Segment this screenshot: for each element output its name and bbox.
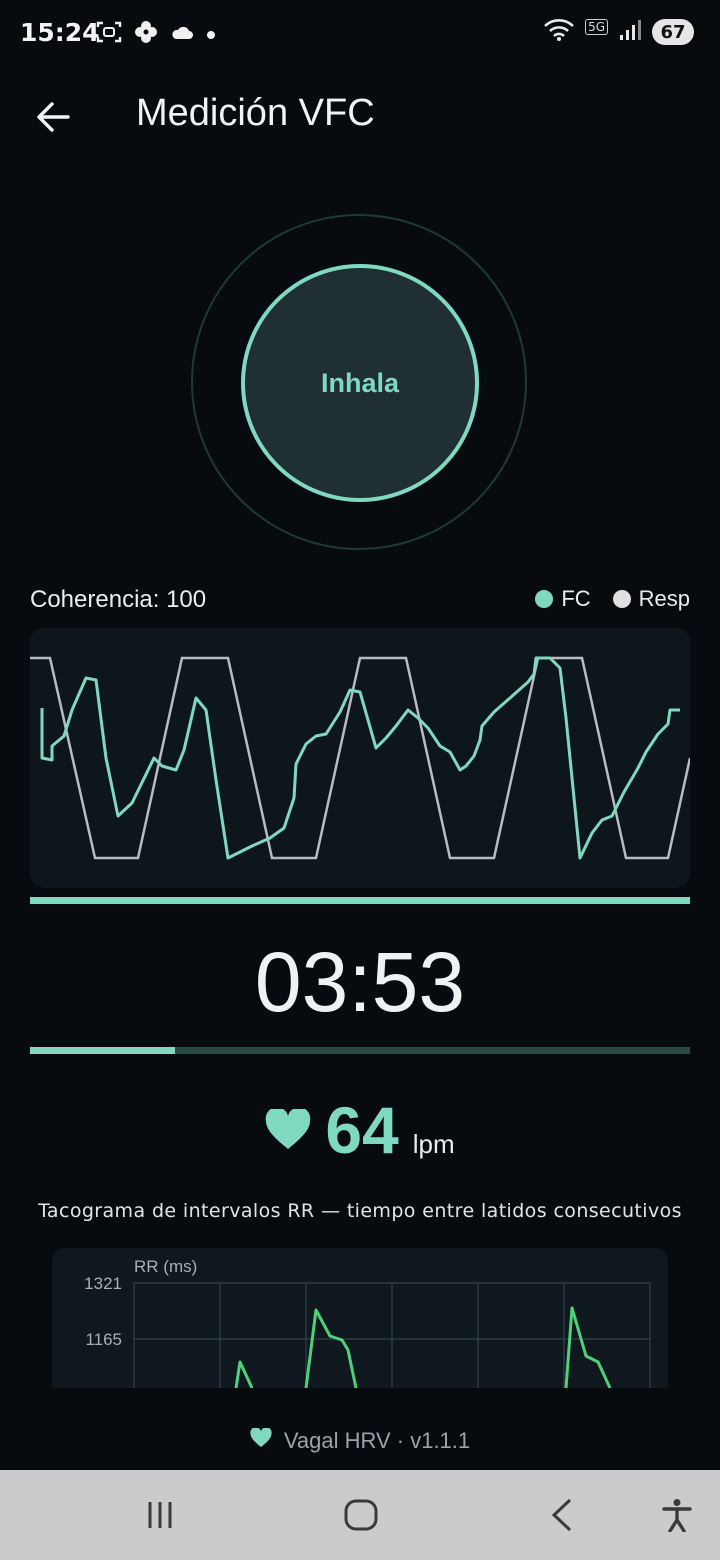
accessibility-icon (662, 1499, 692, 1532)
heart-icon (265, 1107, 311, 1155)
accessibility-button[interactable] (652, 1492, 702, 1538)
tachogram-tick-1165: 1165 (85, 1330, 122, 1349)
legend-fc: FC (535, 586, 591, 612)
legend-fc-label: FC (561, 586, 591, 611)
recent-apps-icon (148, 1502, 172, 1528)
app-footer: Vagal HRV · v1.1.1 (0, 1427, 720, 1454)
tachogram-chart: RR (ms) 1321 1165 (52, 1248, 668, 1388)
wifi-icon (543, 18, 575, 46)
coherence-label: Coherencia: 100 (30, 586, 207, 613)
home-icon (344, 1499, 378, 1531)
system-nav-bar (0, 1470, 720, 1560)
rr-series-line-2 (304, 1308, 358, 1388)
heart-small-icon (250, 1427, 272, 1454)
home-button[interactable] (336, 1492, 386, 1538)
status-icons-right: 5G 67 (543, 18, 694, 46)
resp-wave-line (30, 656, 690, 860)
arrow-left-icon (37, 102, 70, 132)
heart-rate-value: 64 (325, 1093, 399, 1167)
cloud-icon (170, 23, 194, 45)
legend-resp-dot (612, 590, 631, 608)
status-time: 15:24 (20, 18, 100, 47)
signal-icon (618, 18, 642, 46)
pinwheel-icon (134, 20, 158, 48)
rr-series-line (234, 1360, 254, 1388)
breath-phase-label: Inhala (320, 367, 400, 398)
screenshot-icon (96, 20, 122, 48)
fc-wave-line (40, 656, 680, 860)
heart-rate-row: 64 lpm (0, 1092, 720, 1168)
session-timer: 03:53 (254, 935, 466, 1029)
legend-resp: Resp (612, 586, 690, 612)
dot-icon (206, 25, 216, 44)
back-nav-button[interactable] (538, 1492, 588, 1538)
legend-resp-label: Resp (638, 586, 690, 611)
page-title: Medición VFC (136, 92, 375, 134)
chevron-left-icon (551, 1498, 572, 1532)
battery-icon: 67 (652, 19, 694, 45)
phase-bar (30, 897, 690, 904)
tachogram-tick-1321: 1321 (84, 1274, 122, 1293)
app-version-label: Vagal HRV · v1.1.1 (283, 1428, 471, 1453)
session-progress-fill (30, 1047, 176, 1054)
back-button[interactable] (30, 94, 76, 140)
recent-apps-button[interactable] (135, 1492, 185, 1538)
session-progress (30, 1047, 690, 1054)
status-icons-left (96, 20, 216, 48)
tachogram-grid (133, 1282, 651, 1388)
coherence-wave-chart (30, 628, 690, 888)
network-label: 5G (585, 19, 608, 35)
rr-series-line-3 (564, 1306, 612, 1388)
tachogram-ylabel: RR (ms) (134, 1257, 197, 1276)
chart-legend: FC Resp (535, 586, 690, 612)
breath-circle: Inhala (241, 264, 479, 502)
legend-fc-dot (535, 590, 554, 608)
tachogram-title: Tacograma de intervalos RR — tiempo entr… (38, 1200, 682, 1222)
heart-rate-unit: lpm (412, 1129, 455, 1159)
